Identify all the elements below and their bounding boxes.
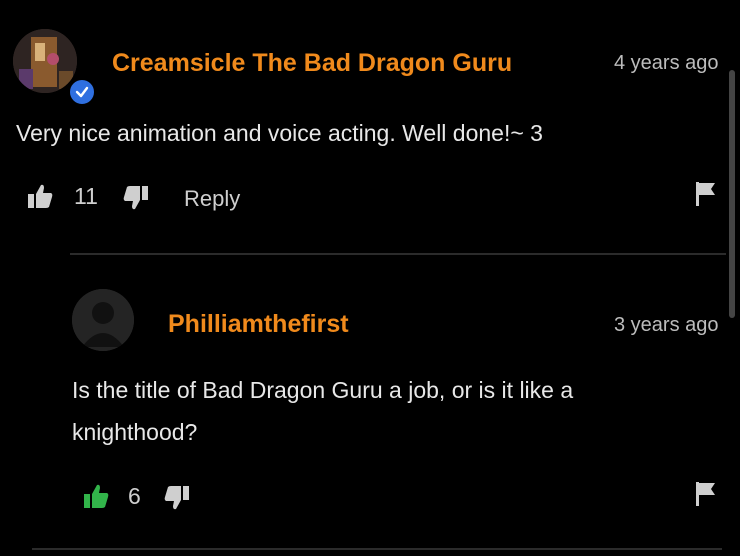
scrollbar[interactable] [729, 70, 735, 318]
reply-button[interactable]: Reply [184, 186, 240, 212]
thumbs-down-icon[interactable] [122, 184, 150, 212]
avatar[interactable] [72, 289, 134, 351]
reply-author[interactable]: Philliamthefirst [168, 310, 349, 339]
thumbs-up-icon[interactable] [82, 482, 110, 510]
flag-icon[interactable] [695, 181, 717, 207]
reply-text-line2: knighthood? [72, 419, 198, 445]
reply-text-line1: Is the title of Bad Dragon Guru a job, o… [72, 377, 574, 403]
verified-check-icon [68, 78, 96, 106]
reply-timestamp: 3 years ago [614, 314, 719, 336]
divider [32, 548, 722, 550]
avatar-image [13, 29, 77, 93]
comment-timestamp: 4 years ago [614, 52, 719, 74]
thumbs-up-icon[interactable] [26, 182, 54, 210]
comment-text: Very nice animation and voice acting. We… [16, 120, 543, 146]
flag-icon[interactable] [695, 481, 717, 507]
like-count: 11 [74, 183, 98, 209]
comment-author[interactable]: Creamsicle The Bad Dragon Guru [112, 49, 512, 78]
like-count: 6 [128, 483, 141, 509]
thumbs-down-icon[interactable] [163, 484, 191, 512]
divider [70, 253, 726, 255]
default-avatar-icon [72, 289, 134, 351]
avatar[interactable] [13, 29, 77, 93]
